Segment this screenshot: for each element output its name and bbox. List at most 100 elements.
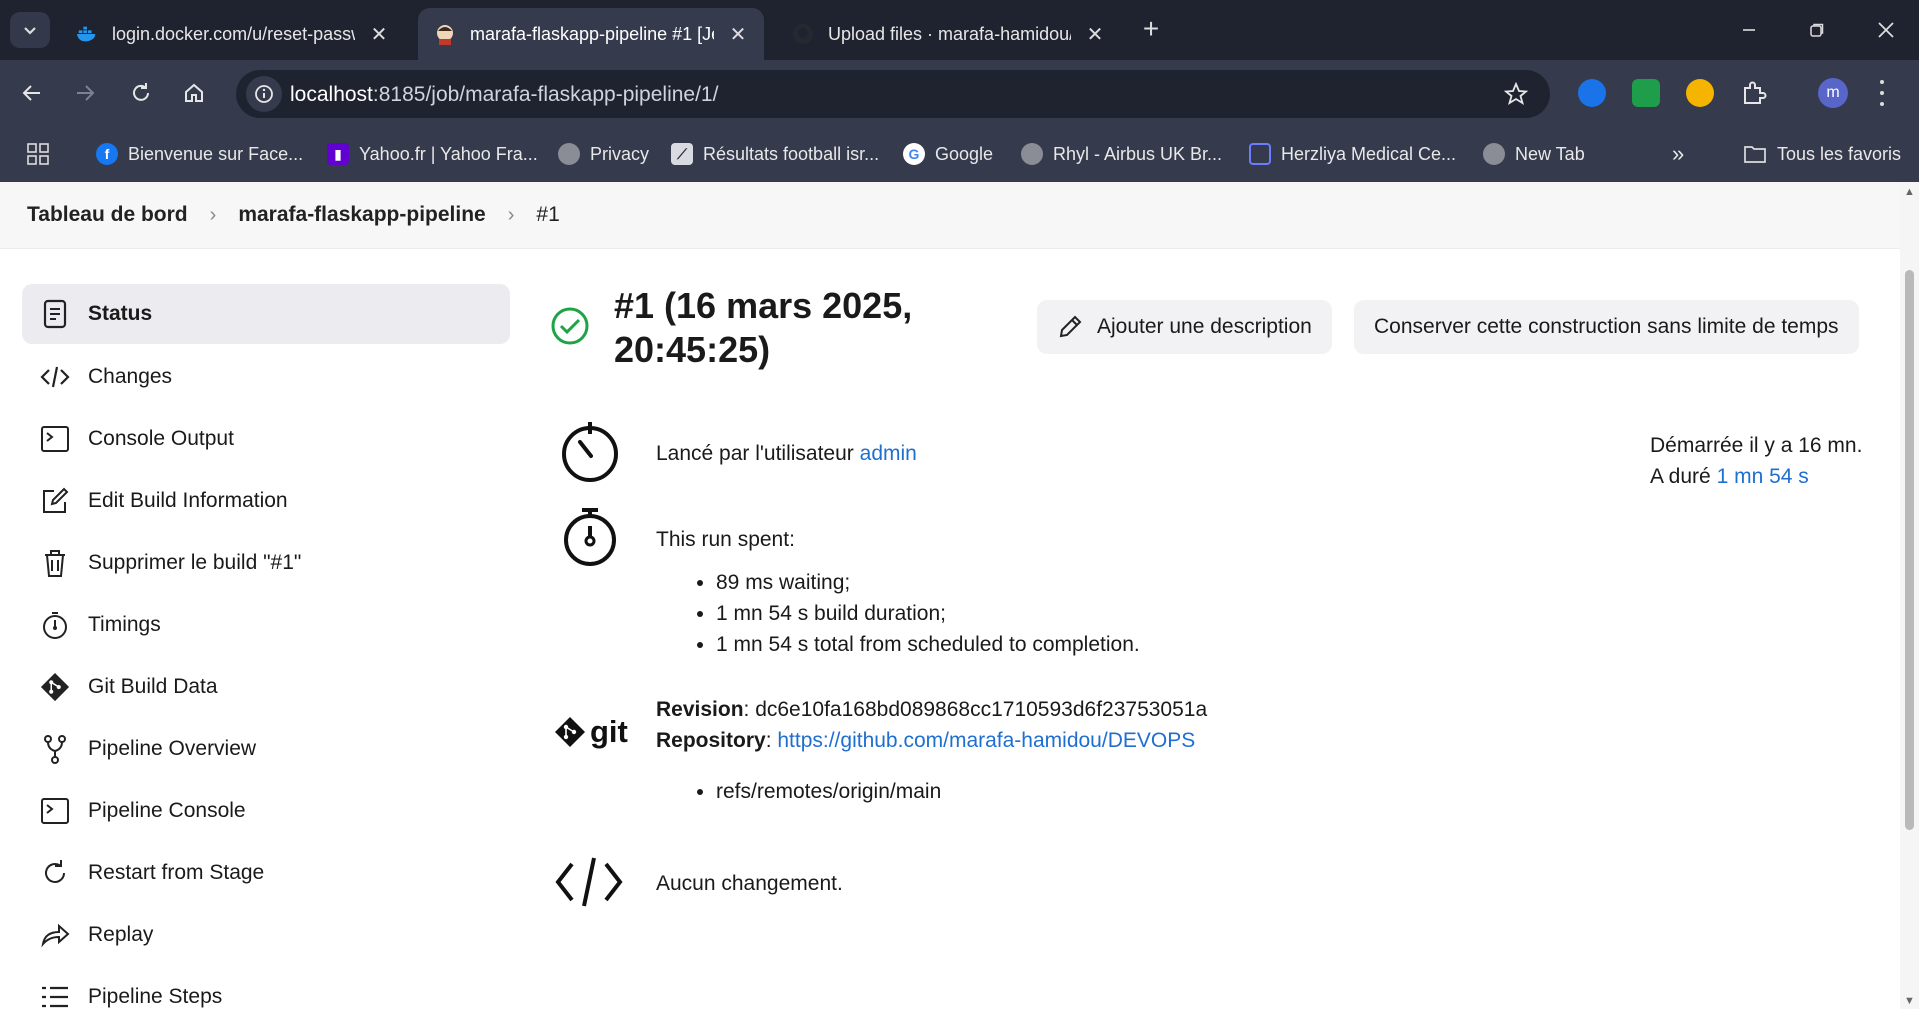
globe-icon	[558, 143, 580, 165]
minimize-button[interactable]	[1729, 12, 1769, 48]
sidebar-item-label: Pipeline Steps	[88, 985, 223, 1008]
sidebar-item-changes[interactable]: Changes	[22, 346, 510, 408]
sidebar-item-console-output[interactable]: Console Output	[22, 408, 510, 470]
bookmark-label: Yahoo.fr | Yahoo Fra...	[359, 143, 538, 164]
new-tab-button[interactable]: +	[1135, 14, 1167, 46]
bookmark-item[interactable]: ⟋ Résultats football isr...	[671, 140, 879, 168]
code-icon	[555, 857, 623, 907]
scroll-up-arrow-icon[interactable]: ▲	[1904, 186, 1915, 198]
url-host: localhost	[290, 83, 373, 106]
puzzle-icon	[1744, 81, 1767, 104]
close-window-button[interactable]	[1866, 12, 1906, 48]
page-scrollbar[interactable]: ▲ ▼	[1900, 182, 1919, 1009]
more-bookmarks-button[interactable]: »	[1672, 140, 1684, 168]
tab-github[interactable]: Upload files · marafa-hamidou/ ✕	[776, 8, 1121, 60]
reload-icon	[133, 83, 149, 101]
sidebar-item-label: Pipeline Overview	[88, 737, 257, 760]
document-icon	[40, 299, 70, 329]
sidebar-item-pipeline-overview[interactable]: Pipeline Overview	[22, 718, 510, 780]
extension-shield-icon[interactable]	[1578, 79, 1606, 107]
home-icon	[185, 83, 203, 102]
revision-label: Revision	[656, 698, 744, 721]
reload-button[interactable]	[123, 75, 159, 111]
tab-docker[interactable]: login.docker.com/u/reset-passw ✕	[60, 8, 405, 60]
extension-hex-icon[interactable]	[1632, 79, 1660, 107]
extensions-button[interactable]	[1740, 79, 1768, 107]
edit-icon	[40, 486, 70, 516]
sidebar-item-git-build-data[interactable]: Git Build Data	[22, 656, 510, 718]
repository-link[interactable]: https://github.com/marafa-hamidou/DEVOPS	[777, 729, 1195, 752]
git-icon	[555, 717, 585, 747]
tab-jenkins[interactable]: marafa-flaskapp-pipeline #1 [Je ✕	[418, 8, 764, 60]
facebook-icon: f	[96, 143, 118, 165]
restore-icon	[1810, 23, 1824, 37]
forward-button[interactable]	[67, 75, 103, 111]
close-icon[interactable]: ✕	[369, 22, 389, 47]
sidebar-item-replay[interactable]: Replay	[22, 904, 510, 966]
bookmark-item[interactable]: ▮ Yahoo.fr | Yahoo Fra...	[327, 140, 538, 168]
run-spent-block: This run spent: 89 ms waiting; 1 mn 54 s…	[656, 524, 1140, 660]
back-button[interactable]	[14, 75, 50, 111]
breadcrumb-dashboard[interactable]: Tableau de bord	[27, 203, 188, 227]
address-bar[interactable]: localhost:8185/job/marafa-flaskapp-pipel…	[236, 70, 1550, 118]
list-item: refs/remotes/origin/main	[716, 776, 1207, 807]
bookmark-item[interactable]: Rhyl - Airbus UK Br...	[1021, 140, 1222, 168]
sidebar-item-label: Replay	[88, 923, 154, 946]
bookmark-item[interactable]: Herzliya Medical Ce...	[1249, 140, 1456, 168]
site-info-button[interactable]	[246, 76, 282, 112]
sidebar-item-delete-build[interactable]: Supprimer le build "#1"	[22, 532, 510, 594]
started-by-prefix: Lancé par l'utilisateur	[656, 442, 854, 465]
restore-button[interactable]	[1797, 12, 1837, 48]
bookmark-label: Rhyl - Airbus UK Br...	[1053, 143, 1223, 164]
close-icon[interactable]: ✕	[728, 22, 748, 47]
tab-list-button[interactable]	[10, 12, 50, 48]
sidebar: Status Changes Console Output Edit Build…	[22, 284, 510, 1009]
run-spent-list: 89 ms waiting; 1 mn 54 s build duration;…	[692, 567, 1140, 660]
chevron-right-icon: ›	[507, 203, 515, 226]
profile-avatar[interactable]: m	[1818, 78, 1848, 108]
all-bookmarks-button[interactable]: Tous les favoris	[1743, 140, 1901, 168]
scroll-down-arrow-icon[interactable]: ▼	[1904, 995, 1915, 1007]
sidebar-item-pipeline-steps[interactable]: Pipeline Steps	[22, 966, 510, 1009]
url-text[interactable]: localhost:8185/job/marafa-flaskapp-pipel…	[290, 83, 718, 107]
success-check-icon	[551, 307, 589, 345]
bookmark-star-button[interactable]	[1503, 81, 1529, 111]
sidebar-item-label: Git Build Data	[88, 675, 218, 698]
apps-button[interactable]	[26, 140, 50, 168]
run-spent-row: This run spent: 89 ms waiting; 1 mn 54 s…	[550, 504, 1550, 664]
started-by-user-link[interactable]: admin	[860, 442, 917, 465]
refs-list: refs/remotes/origin/main	[692, 776, 1207, 807]
duration-link[interactable]: 1 mn 54 s	[1717, 465, 1809, 488]
sidebar-item-status[interactable]: Status	[22, 284, 510, 344]
list-item: 1 mn 54 s total from scheduled to comple…	[716, 629, 1140, 660]
bookmark-label: Bienvenue sur Face...	[128, 143, 304, 164]
bookmark-item[interactable]: New Tab	[1483, 140, 1585, 168]
sidebar-item-timings[interactable]: Timings	[22, 594, 510, 656]
close-icon[interactable]: ✕	[1085, 22, 1105, 47]
extension-sun-icon[interactable]	[1686, 79, 1714, 107]
bookmark-item[interactable]: Privacy	[558, 140, 649, 168]
restart-icon	[40, 858, 70, 888]
bookmark-item[interactable]: G Google	[903, 140, 993, 168]
sidebar-item-restart-from-stage[interactable]: Restart from Stage	[22, 842, 510, 904]
sidebar-item-pipeline-console[interactable]: Pipeline Console	[22, 780, 510, 842]
add-description-label: Ajouter une description	[1097, 315, 1312, 338]
repository-line: Repository: https://github.com/marafa-ha…	[656, 729, 1196, 752]
breadcrumb-build[interactable]: #1	[536, 203, 559, 227]
scrollbar-thumb[interactable]	[1905, 270, 1914, 830]
google-icon: G	[903, 143, 925, 165]
keep-forever-button[interactable]: Conserver cette construction sans limite…	[1354, 300, 1859, 354]
build-timing-summary: Démarrée il y a 16 mn. A duré 1 mn 54 s	[1650, 430, 1862, 492]
home-button[interactable]	[176, 75, 212, 111]
keep-forever-label: Conserver cette construction sans limite…	[1374, 315, 1839, 338]
browser-menu-button[interactable]	[1872, 76, 1892, 110]
breadcrumb-job[interactable]: marafa-flaskapp-pipeline	[238, 203, 485, 227]
build-title-line1: #1 (16 mars 2025,	[614, 285, 913, 326]
add-description-button[interactable]: Ajouter une description	[1037, 300, 1332, 354]
stopwatch-icon	[564, 508, 616, 566]
revision-hash: dc6e10fa168bd089868cc1710593d6f23753051a	[755, 698, 1208, 721]
bookmark-item[interactable]: f Bienvenue sur Face...	[96, 140, 303, 168]
sidebar-item-edit-build-info[interactable]: Edit Build Information	[22, 470, 510, 532]
chevron-down-icon	[24, 27, 36, 35]
sidebar-item-label: Edit Build Information	[88, 489, 288, 512]
